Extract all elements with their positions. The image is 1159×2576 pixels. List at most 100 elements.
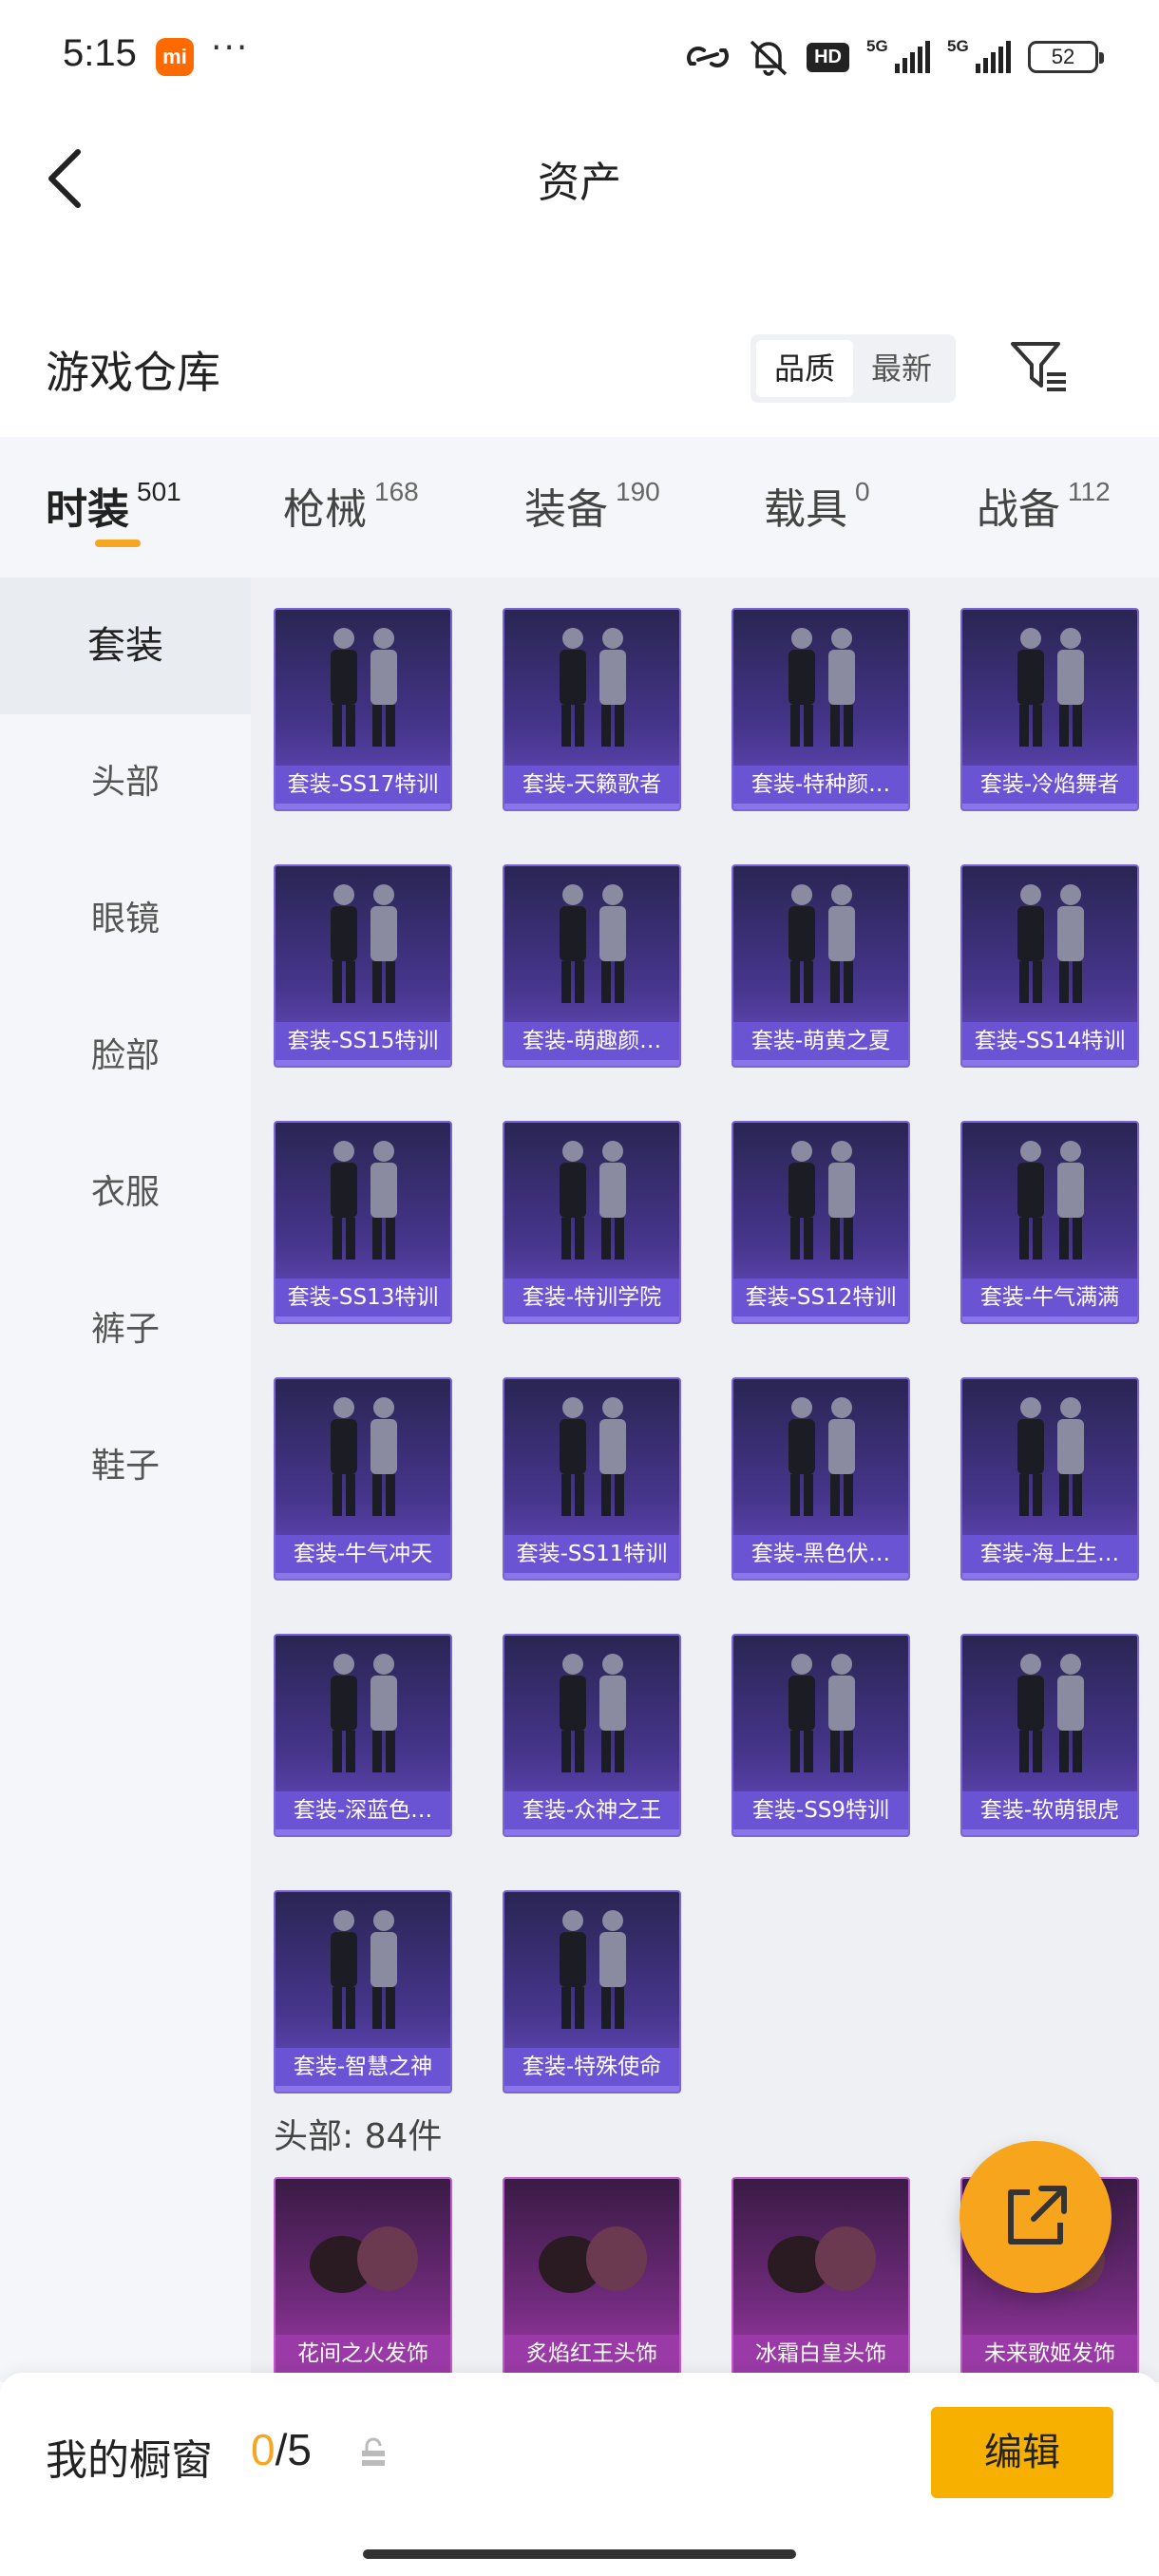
item-name: 套装-软萌银虎: [962, 1791, 1137, 1829]
tab-label: 枪械: [283, 485, 367, 534]
outfit-pair-white-black-icon: [331, 1141, 397, 1260]
sidebar-item-pants[interactable]: 裤子: [0, 1261, 251, 1398]
suit-item-card[interactable]: 套装-众神之王: [503, 1634, 681, 1837]
outfit-teal-icon: [560, 1397, 626, 1516]
item-name: 套装-SS11特训: [504, 1535, 679, 1573]
item-name: 套装-SS12特训: [733, 1279, 908, 1316]
item-name: 套装-牛气冲天: [276, 1535, 450, 1573]
rarity-bar: [504, 1573, 679, 1579]
sidebar-item-clothes[interactable]: 衣服: [0, 1125, 251, 1261]
network-type-label: 5G: [947, 37, 969, 55]
link-icon: [685, 41, 731, 73]
rarity-bar: [276, 804, 450, 809]
suit-item-card[interactable]: 套装-深蓝色…: [274, 1634, 452, 1837]
hair-brown-icon: [310, 2226, 418, 2293]
item-name: 套装-SS17特训: [276, 766, 450, 804]
outfit-denim-icon: [788, 1654, 855, 1772]
rarity-bar: [504, 1060, 679, 1066]
rarity-bar: [276, 1316, 450, 1322]
hd-voice-badge: HD: [807, 42, 849, 72]
edit-button[interactable]: 编辑: [931, 2407, 1113, 2498]
home-indicator: [363, 2549, 796, 2559]
suit-item-card[interactable]: 套装-海上生…: [960, 1377, 1139, 1581]
outfit-pair-gold-icon: [560, 1654, 626, 1772]
head-item-card[interactable]: 花间之火发饰: [274, 2177, 452, 2380]
outfit-green-mascot-icon: [560, 884, 626, 1003]
item-name: 套装-天籁歌者: [504, 766, 679, 804]
suit-item-card[interactable]: 套装-SS15特训: [274, 864, 452, 1068]
showcase-current: 0: [251, 2425, 276, 2474]
filter-button[interactable]: [1009, 338, 1070, 395]
suit-item-card[interactable]: 套装-SS14特训: [960, 864, 1139, 1068]
head-item-card[interactable]: 冰霜白皇头饰: [732, 2177, 910, 2380]
suit-grid: 套装-SS17特训 套装-天籁歌者 套装-特种颜… 套装-冷焰舞者 套装-SS15特训套…: [274, 608, 1139, 2093]
suit-item-card[interactable]: 套装-牛气满满: [960, 1121, 1139, 1324]
outfit-pair-red-black-icon: [331, 628, 397, 747]
suit-item-card[interactable]: 套装-SS12特训: [732, 1121, 910, 1324]
sort-by-newest[interactable]: 最新: [853, 340, 950, 397]
share-export-icon: [1008, 2186, 1067, 2245]
suit-item-card[interactable]: 套装-SS13特训: [274, 1121, 452, 1324]
tab-count: 0: [855, 477, 870, 506]
item-name: 套装-SS15特训: [276, 1022, 450, 1060]
head-item-card[interactable]: 炙焰红王头饰: [503, 2177, 681, 2380]
rarity-bar: [733, 804, 908, 809]
outfit-pair-red-icon: [331, 1397, 397, 1516]
head-section-label: 头部: 84件: [274, 2117, 443, 2156]
tab-vehicles[interactable]: 载具 0: [764, 475, 870, 536]
showcase-separator: /: [275, 2425, 288, 2474]
suit-item-card[interactable]: 套装-SS11特训: [503, 1377, 681, 1581]
sidebar-item-shoes[interactable]: 鞋子: [0, 1398, 251, 1535]
sort-by-quality[interactable]: 品质: [756, 340, 853, 397]
tab-count: 168: [374, 477, 419, 506]
tab-label: 载具: [764, 485, 847, 534]
sidebar-item-face[interactable]: 脸部: [0, 988, 251, 1125]
item-name: 套装-黑色伏…: [733, 1535, 908, 1573]
tab-label: 装备: [524, 485, 608, 534]
rarity-bar: [276, 1573, 450, 1579]
suit-item-card[interactable]: 套装-特训学院: [503, 1121, 681, 1324]
share-button[interactable]: [960, 2141, 1112, 2293]
suit-item-card[interactable]: 套装-智慧之神: [274, 1890, 452, 2093]
status-icons: HD 5G 5G 52: [685, 34, 1104, 80]
rarity-bar: [962, 804, 1137, 809]
signal-icon-sim2: 5G: [947, 37, 1011, 73]
suit-item-card[interactable]: 套装-软萌银虎: [960, 1634, 1139, 1837]
sidebar-item-head[interactable]: 头部: [0, 714, 251, 851]
showcase-count: 0/5: [251, 2424, 312, 2475]
rarity-bar: [276, 2086, 450, 2092]
outfit-school-uniform-icon: [560, 1141, 626, 1260]
suit-item-card[interactable]: 套装-天籁歌者: [503, 608, 681, 811]
suit-item-card[interactable]: 套装-萌黄之夏: [732, 864, 910, 1068]
suit-item-card[interactable]: 套装-特殊使命: [503, 1890, 681, 2093]
sidebar-item-glasses[interactable]: 眼镜: [0, 851, 251, 988]
suit-item-card[interactable]: 套装-萌趣颜…: [503, 864, 681, 1068]
rarity-bar: [962, 1060, 1137, 1066]
rarity-bar: [962, 1829, 1137, 1835]
tab-supplies[interactable]: 战备 112: [977, 475, 1111, 536]
suit-item-card[interactable]: 套装-SS9特训: [732, 1634, 910, 1837]
signal-icon-sim1: 5G: [866, 37, 930, 73]
tab-count: 501: [137, 477, 181, 506]
tab-equipment[interactable]: 装备 190: [524, 475, 660, 536]
suit-item-card[interactable]: 套装-黑色伏…: [732, 1377, 910, 1581]
item-name: 炙焰红王头饰: [504, 2335, 679, 2373]
rarity-bar: [733, 1060, 908, 1066]
more-notifications-icon: ···: [211, 28, 250, 67]
tab-label: 战备: [977, 485, 1060, 534]
suit-item-card[interactable]: 套装-冷焰舞者: [960, 608, 1139, 811]
sidebar-item-suits[interactable]: 套装: [0, 578, 251, 714]
tab-count: 112: [1068, 477, 1111, 506]
suit-item-card[interactable]: 套装-SS17特训: [274, 608, 452, 811]
rarity-bar: [733, 1316, 908, 1322]
tab-firearms[interactable]: 枪械 168: [283, 475, 419, 536]
tab-fashion[interactable]: 时装 501: [46, 475, 181, 536]
rarity-bar: [962, 1573, 1137, 1579]
outfit-green-yellow-icon: [788, 628, 855, 747]
helmet-red-icon: [539, 2226, 647, 2293]
suit-item-card[interactable]: 套装-特种颜…: [732, 608, 910, 811]
outfit-blue-coat-icon: [1017, 1397, 1084, 1516]
suit-item-card[interactable]: 套装-牛气冲天: [274, 1377, 452, 1581]
subcategory-sidebar: 套装 头部 眼镜 脸部 衣服 裤子 鞋子: [0, 578, 251, 2382]
item-name: 套装-冷焰舞者: [962, 766, 1137, 804]
